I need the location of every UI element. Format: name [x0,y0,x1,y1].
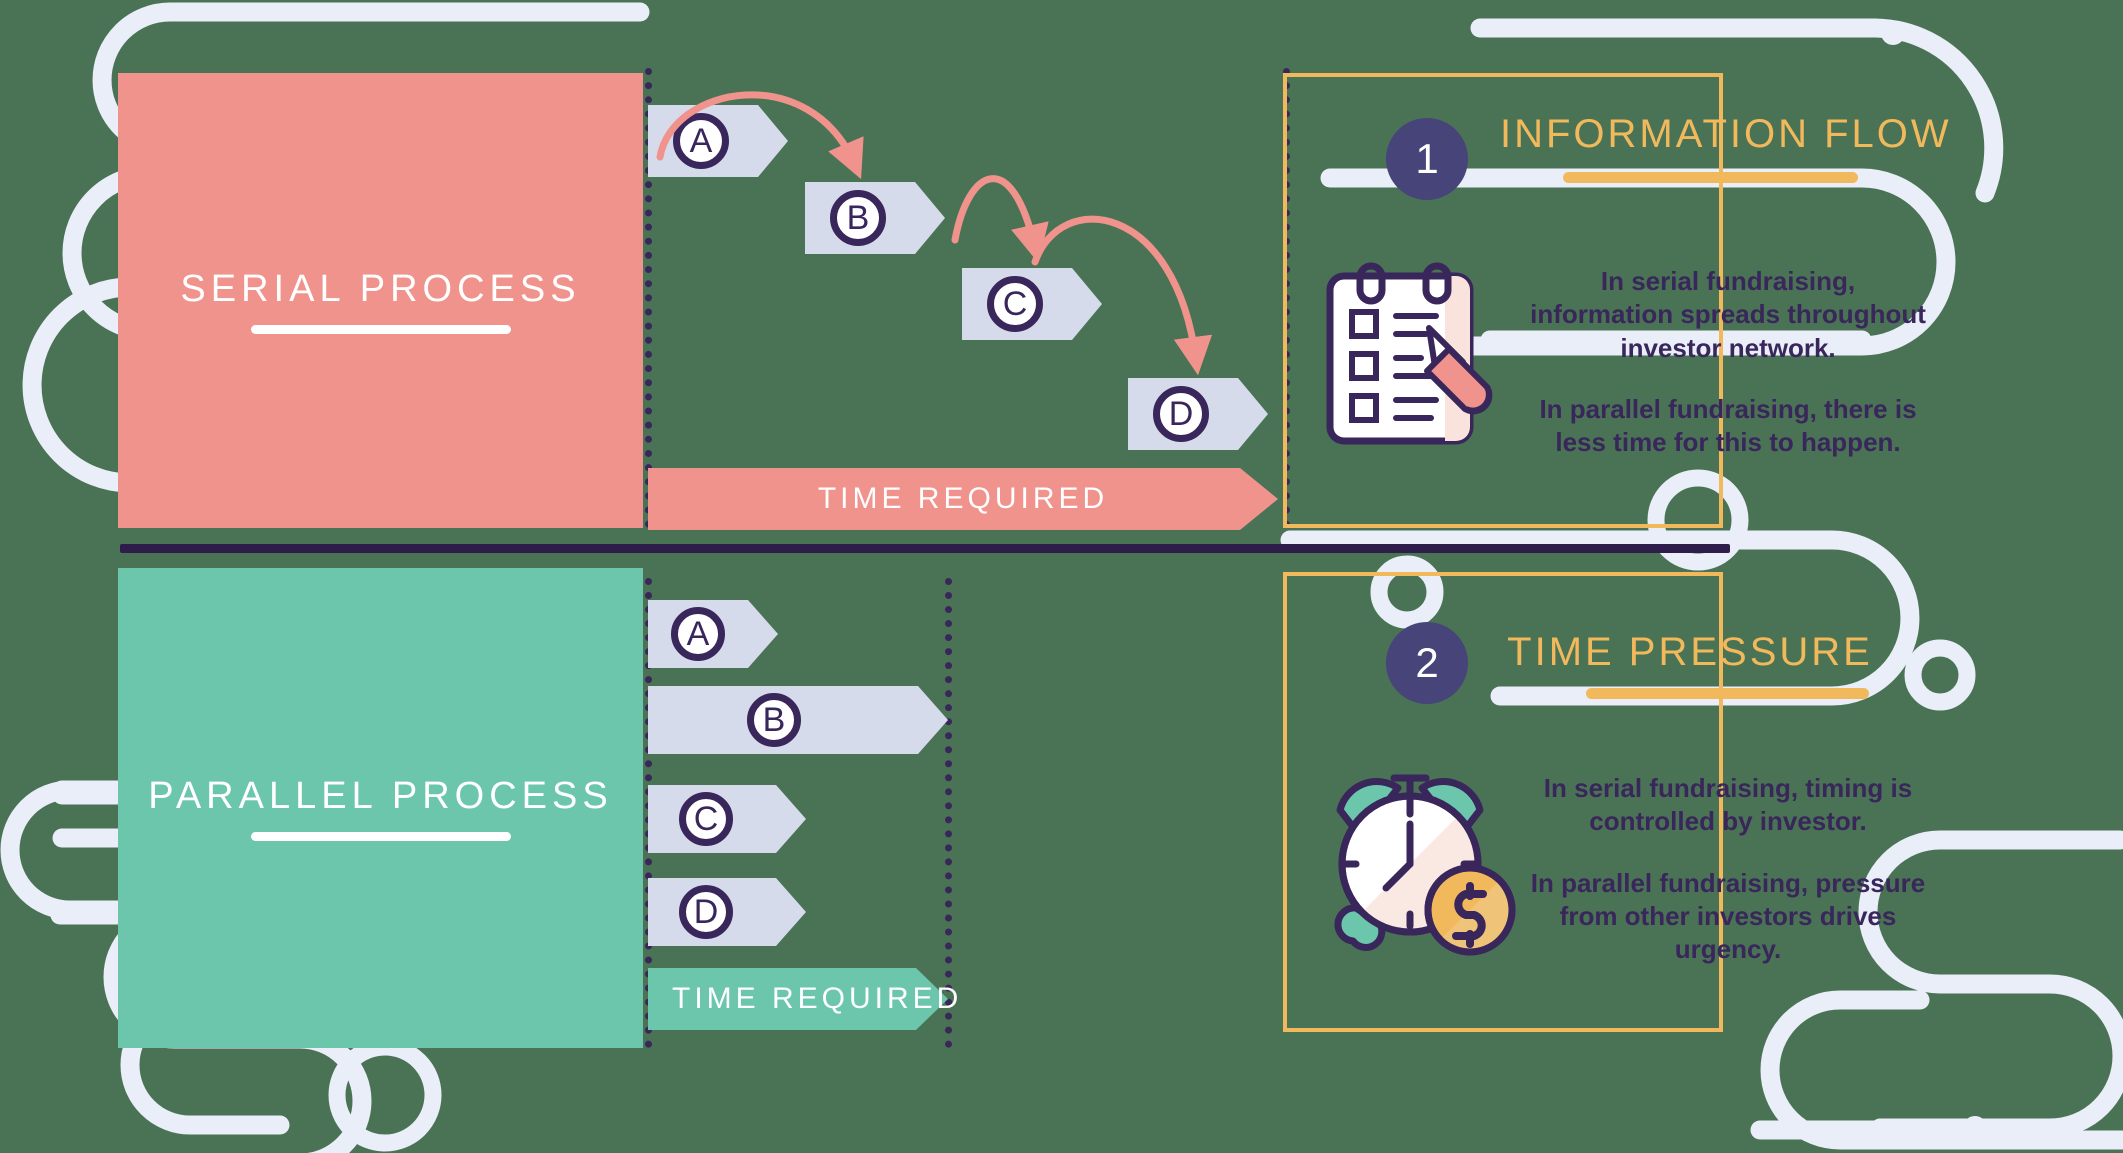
step-badge-d: D [1153,386,1209,442]
step-badge-c: C [987,276,1043,332]
step-letter: D [693,892,719,931]
step-badge-b: B [830,190,886,246]
step-badge-d: D [679,885,733,939]
serial-process-title: SERIAL PROCESS [180,267,581,310]
step-badge-a: A [671,607,725,661]
step-letter: C [1002,284,1028,323]
step-letter: D [1168,394,1194,433]
panel-2-body: In serial fundraising, timing is control… [1528,772,1928,966]
panel-1-title: INFORMATION FLOW [1500,112,1952,156]
serial-process-box: SERIAL PROCESS [118,73,643,528]
serial-step-d: D [1128,378,1268,450]
parallel-step-b: B [648,686,948,754]
panel-2-paragraph-1: In serial fundraising, timing is control… [1543,773,1913,837]
serial-title-underline [250,324,511,334]
step-badge-a: A [673,113,729,169]
panel-1-paragraph-1: In serial fundraising, information sprea… [1530,266,1926,363]
parallel-title-underline [250,832,511,841]
panel-1-body: In serial fundraising, information sprea… [1528,265,1928,459]
panel-1-title-underline [1563,172,1858,183]
panel-number: 1 [1415,135,1439,182]
parallel-step-a: A [648,600,778,668]
step-letter: C [693,799,719,838]
alarm-clock-money-icon [1298,758,1523,958]
panel-1-paragraph-2: In parallel fundraising, there is less t… [1539,393,1917,458]
parallel-step-d: D [648,878,806,946]
parallel-time-required-bar: TIME REQUIRED [648,968,958,1030]
panel-2-paragraph-2: In parallel fundraising, pressure from o… [1530,867,1926,965]
parallel-time-required-label: TIME REQUIRED [672,982,963,1015]
step-letter: A [686,614,710,653]
panel-2-title: TIME PRESSURE [1507,630,1873,674]
serial-time-required-bar: TIME REQUIRED [648,468,1278,530]
serial-step-a: A [648,105,788,177]
step-letter: B [846,198,870,237]
serial-time-required-label: TIME REQUIRED [817,482,1109,515]
parallel-process-title: PARALLEL PROCESS [148,775,613,817]
step-letter: B [762,700,786,739]
panel-1-number-badge: 1 [1386,118,1468,200]
step-badge-c: C [679,792,733,846]
panel-2-number-badge: 2 [1386,622,1468,704]
panel-2-title-underline [1586,688,1869,699]
serial-step-b: B [805,182,945,254]
infographic-canvas: SERIAL PROCESS A B C D TIME REQUIRED PAR… [0,0,2123,1153]
section-divider [120,544,1730,553]
parallel-step-c: C [648,785,806,853]
step-badge-b: B [747,693,801,747]
clipboard-checklist-pencil-icon [1308,250,1513,450]
parallel-process-box: PARALLEL PROCESS [118,568,643,1048]
serial-step-c: C [962,268,1102,340]
step-letter: A [689,121,713,160]
panel-number: 2 [1415,639,1439,686]
